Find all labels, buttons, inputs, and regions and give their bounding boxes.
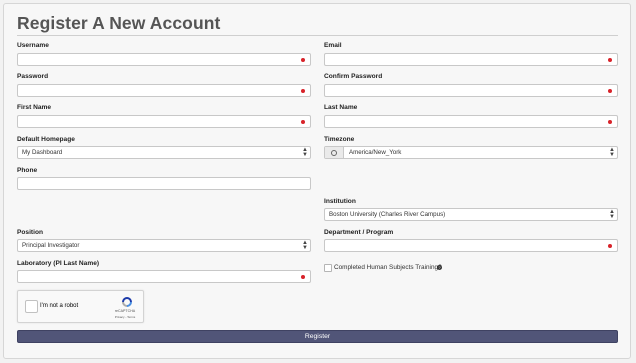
laboratory-input[interactable] bbox=[17, 270, 311, 283]
human-subjects-label: Completed Human Subjects Training? bbox=[334, 264, 442, 271]
required-dot-icon bbox=[608, 58, 612, 62]
timezone-label: Timezone bbox=[324, 136, 355, 143]
required-dot-icon bbox=[608, 89, 612, 93]
register-button[interactable]: Register bbox=[17, 330, 618, 343]
required-dot-icon bbox=[301, 89, 305, 93]
email-input[interactable] bbox=[324, 53, 618, 66]
laboratory-label: Laboratory (PI Last Name) bbox=[17, 260, 100, 267]
recaptcha-brand: reCAPTCHA bbox=[114, 309, 136, 313]
default-homepage-select[interactable]: My Dashboard ▲ ▼ bbox=[17, 146, 311, 159]
email-label: Email bbox=[324, 42, 342, 49]
phone-label: Phone bbox=[17, 167, 38, 174]
default-homepage-value: My Dashboard bbox=[22, 149, 63, 156]
help-icon[interactable]: ? bbox=[437, 265, 442, 270]
recaptcha-links[interactable]: Privacy - Terms bbox=[111, 315, 139, 319]
last-name-input[interactable] bbox=[324, 115, 618, 128]
required-dot-icon bbox=[301, 275, 305, 279]
required-dot-icon bbox=[301, 58, 305, 62]
default-homepage-label: Default Homepage bbox=[17, 136, 75, 143]
select-caret-icon: ▲ ▼ bbox=[609, 209, 615, 220]
username-input[interactable] bbox=[17, 53, 311, 66]
recaptcha-checkbox[interactable] bbox=[25, 300, 38, 313]
position-select[interactable]: Principal Investigator ▲ ▼ bbox=[17, 239, 311, 252]
username-label: Username bbox=[17, 42, 49, 49]
position-value: Principal Investigator bbox=[22, 242, 80, 249]
timezone-addon bbox=[325, 147, 344, 158]
timezone-select[interactable]: America/New_York ▲ ▼ bbox=[324, 146, 618, 159]
required-dot-icon bbox=[301, 120, 305, 124]
last-name-label: Last Name bbox=[324, 104, 358, 111]
title-divider bbox=[17, 35, 618, 36]
page-title: Register A New Account bbox=[17, 13, 221, 33]
first-name-input[interactable] bbox=[17, 115, 311, 128]
position-label: Position bbox=[17, 229, 44, 236]
institution-label: Institution bbox=[324, 198, 356, 205]
select-caret-icon: ▲ ▼ bbox=[302, 240, 308, 251]
phone-input[interactable] bbox=[17, 177, 311, 190]
institution-value: Boston University (Charles River Campus) bbox=[329, 211, 446, 218]
confirm-password-label: Confirm Password bbox=[324, 73, 383, 80]
required-dot-icon bbox=[608, 244, 612, 248]
select-caret-icon: ▲ ▼ bbox=[609, 147, 615, 158]
department-label: Department / Program bbox=[324, 229, 394, 236]
recaptcha-widget: I'm not a robot reCAPTCHA Privacy - Term… bbox=[17, 290, 144, 323]
timezone-value: America/New_York bbox=[349, 149, 402, 156]
select-caret-icon: ▲ ▼ bbox=[302, 147, 308, 158]
human-subjects-checkbox[interactable] bbox=[324, 264, 332, 272]
recaptcha-label: I'm not a robot bbox=[40, 303, 79, 309]
required-dot-icon bbox=[608, 120, 612, 124]
clock-icon bbox=[331, 150, 337, 156]
institution-select[interactable]: Boston University (Charles River Campus)… bbox=[324, 208, 618, 221]
recaptcha-logo-icon bbox=[122, 297, 132, 307]
password-input[interactable] bbox=[17, 84, 311, 97]
password-label: Password bbox=[17, 73, 49, 80]
department-input[interactable] bbox=[324, 239, 618, 252]
confirm-password-input[interactable] bbox=[324, 84, 618, 97]
first-name-label: First Name bbox=[17, 104, 52, 111]
